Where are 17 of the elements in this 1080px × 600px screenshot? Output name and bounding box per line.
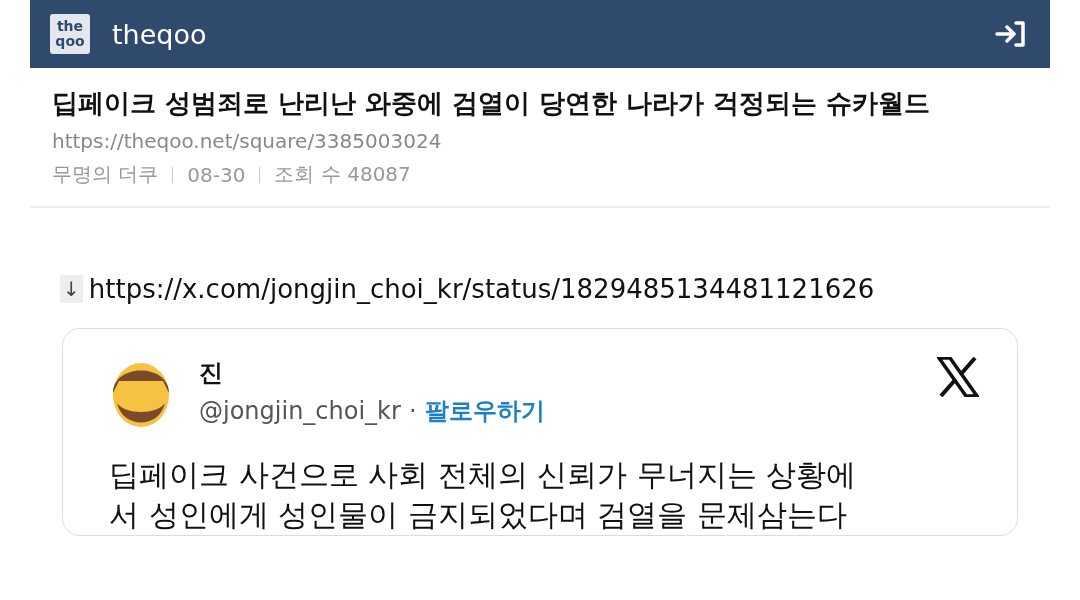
post-meta: 무명의 더쿠 [52, 161, 159, 188]
post-url: https://theqoo.net/square/3385003024 [52, 129, 443, 153]
author-name: 진 [199, 358, 224, 389]
login-button[interactable] [994, 20, 1028, 48]
separator-dot: · [408, 397, 417, 425]
post-title: 딥페이크 성범죄로 난리난 와중에 검열이 당연한 나라가 걱정되는 슈카월드 [52, 87, 932, 120]
tweet-text: 서 성인에게 성인물이 금지되었다며 검열을 문제삼는다 [109, 496, 848, 534]
tweet-text: 딥페이크 사건으로 사회 전체의 신뢰가 무너지는 상황에 [109, 456, 858, 494]
site-logo[interactable]: the qoo [50, 14, 90, 54]
author-handle: @jongjin_choi_kr [199, 397, 401, 425]
post-meta: 08-30 [187, 162, 246, 187]
tweet-link[interactable]: https://x.com/jongjin_choi_kr/status/1829485134481121626 [88, 274, 875, 304]
x-logo-icon [937, 357, 979, 397]
login-icon [994, 20, 1028, 48]
follow-link[interactable]: 팔로우하기 [424, 395, 545, 427]
site-name: theqoo [112, 18, 208, 50]
post-meta: 조회 수 48087 [274, 161, 411, 188]
